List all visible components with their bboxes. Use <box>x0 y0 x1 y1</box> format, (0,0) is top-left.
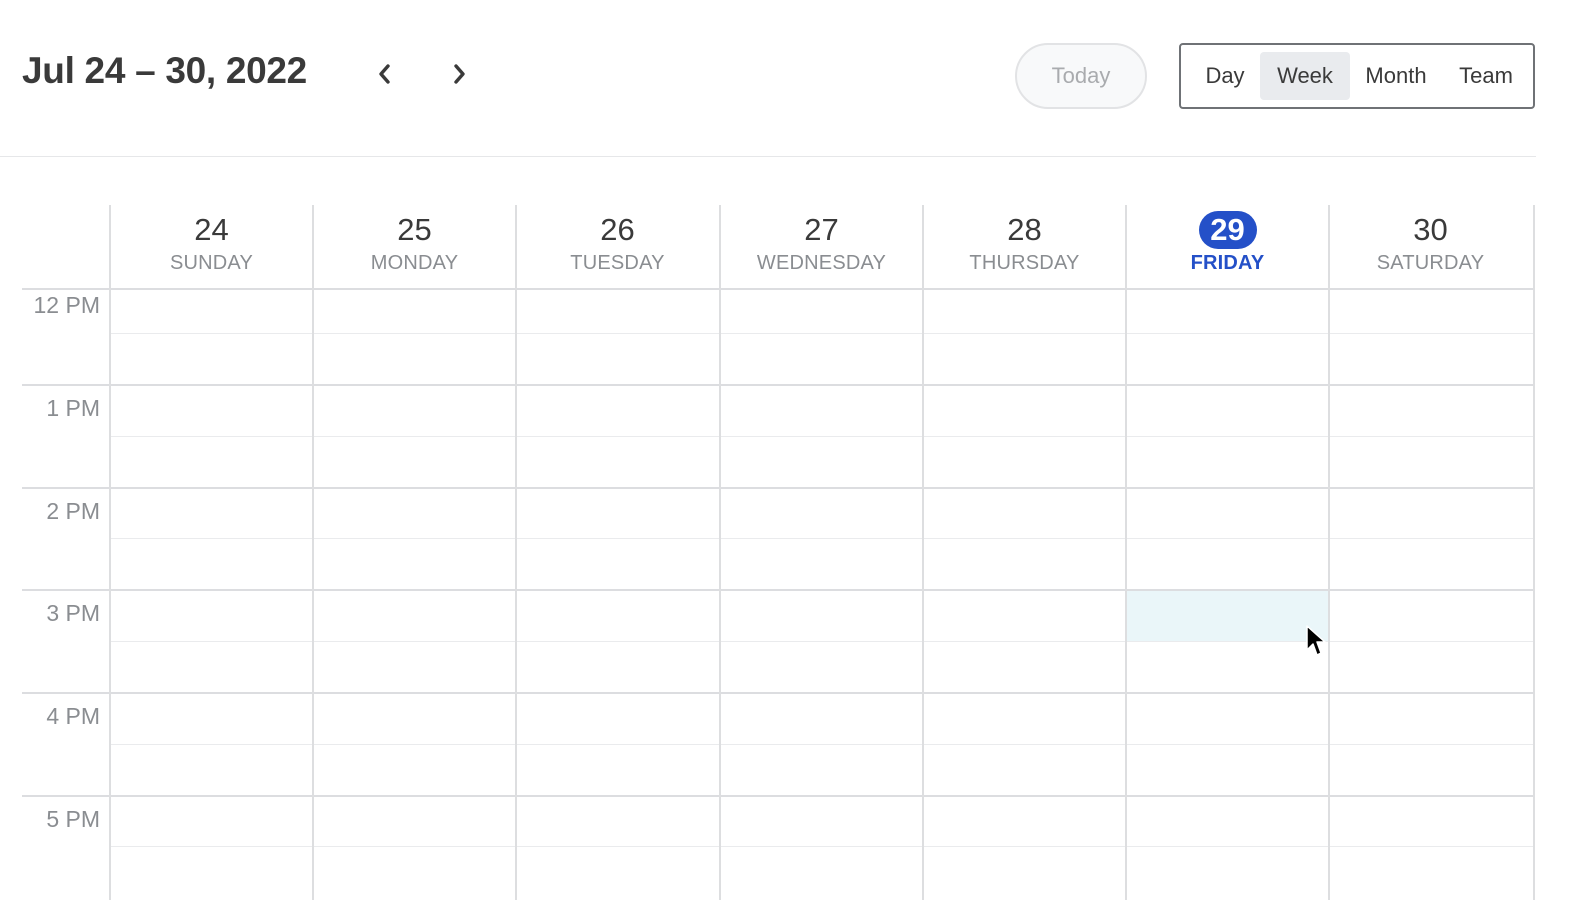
grid-column-line <box>109 205 111 900</box>
day-name: FRIDAY <box>1190 252 1265 274</box>
time-label: 2 PM <box>46 498 100 524</box>
day-number: 25 <box>397 212 432 247</box>
time-label: 1 PM <box>46 395 100 421</box>
view-day-button[interactable]: Day <box>1190 52 1260 100</box>
grid-column-line <box>1328 205 1330 900</box>
day-header-wednesday[interactable]: 27 WEDNESDAY <box>720 205 923 289</box>
grid-column-line <box>922 205 924 900</box>
view-week-button[interactable]: Week <box>1260 52 1350 100</box>
day-name: MONDAY <box>370 252 459 274</box>
grid-hour-line <box>22 795 1535 797</box>
grid-column-line <box>515 205 517 900</box>
view-switcher: Day Week Month Team <box>1179 43 1535 109</box>
time-label: 5 PM <box>46 806 100 832</box>
day-header-monday[interactable]: 25 MONDAY <box>313 205 516 289</box>
time-label: 12 PM <box>33 292 100 318</box>
grid-hour-line <box>22 487 1535 489</box>
day-name: THURSDAY <box>969 252 1080 274</box>
day-name: SATURDAY <box>1376 252 1485 274</box>
day-header-saturday[interactable]: 30 SATURDAY <box>1329 205 1532 289</box>
grid-column-line <box>1125 205 1127 900</box>
day-header-sunday[interactable]: 24 SUNDAY <box>110 205 313 289</box>
grid-column-line <box>312 205 314 900</box>
day-name: WEDNESDAY <box>756 252 887 274</box>
day-number: 30 <box>1413 212 1448 247</box>
today-date-badge: 29 <box>1198 211 1257 249</box>
grid-half-hour-line <box>110 744 1535 745</box>
date-range-title: Jul 24 – 30, 2022 <box>22 50 307 91</box>
hovered-time-slot[interactable] <box>1127 591 1329 641</box>
day-header-tuesday[interactable]: 26 TUESDAY <box>516 205 719 289</box>
view-team-button[interactable]: Team <box>1442 52 1530 100</box>
day-number: 24 <box>194 212 229 247</box>
chevron-right-icon <box>454 64 465 84</box>
previous-week-button[interactable] <box>367 56 403 92</box>
day-number: 27 <box>804 212 839 247</box>
grid-half-hour-line <box>110 846 1535 847</box>
day-header-thursday[interactable]: 28 THURSDAY <box>923 205 1126 289</box>
grid-column-line <box>1533 205 1535 900</box>
time-label: 4 PM <box>46 703 100 729</box>
grid-column-line <box>719 205 721 900</box>
next-week-button[interactable] <box>441 56 477 92</box>
grid-half-hour-line <box>110 333 1535 334</box>
grid-half-hour-line <box>110 538 1535 539</box>
grid-half-hour-line <box>110 641 1535 642</box>
grid-half-hour-line <box>110 436 1535 437</box>
day-header-friday[interactable]: 29 FRIDAY <box>1126 205 1329 289</box>
view-month-button[interactable]: Month <box>1350 52 1442 100</box>
header-divider <box>0 156 1536 157</box>
grid-hour-line <box>22 384 1535 386</box>
day-number: 26 <box>600 212 635 247</box>
day-name: SUNDAY <box>169 252 254 274</box>
today-button[interactable]: Today <box>1015 43 1147 109</box>
time-label: 3 PM <box>46 600 100 626</box>
day-name: TUESDAY <box>570 252 665 274</box>
calendar-header: Jul 24 – 30, 2022 Today Day Week Month T… <box>0 0 1590 157</box>
day-number: 28 <box>1007 212 1042 247</box>
grid-hour-line <box>22 692 1535 694</box>
chevron-left-icon <box>379 64 390 84</box>
